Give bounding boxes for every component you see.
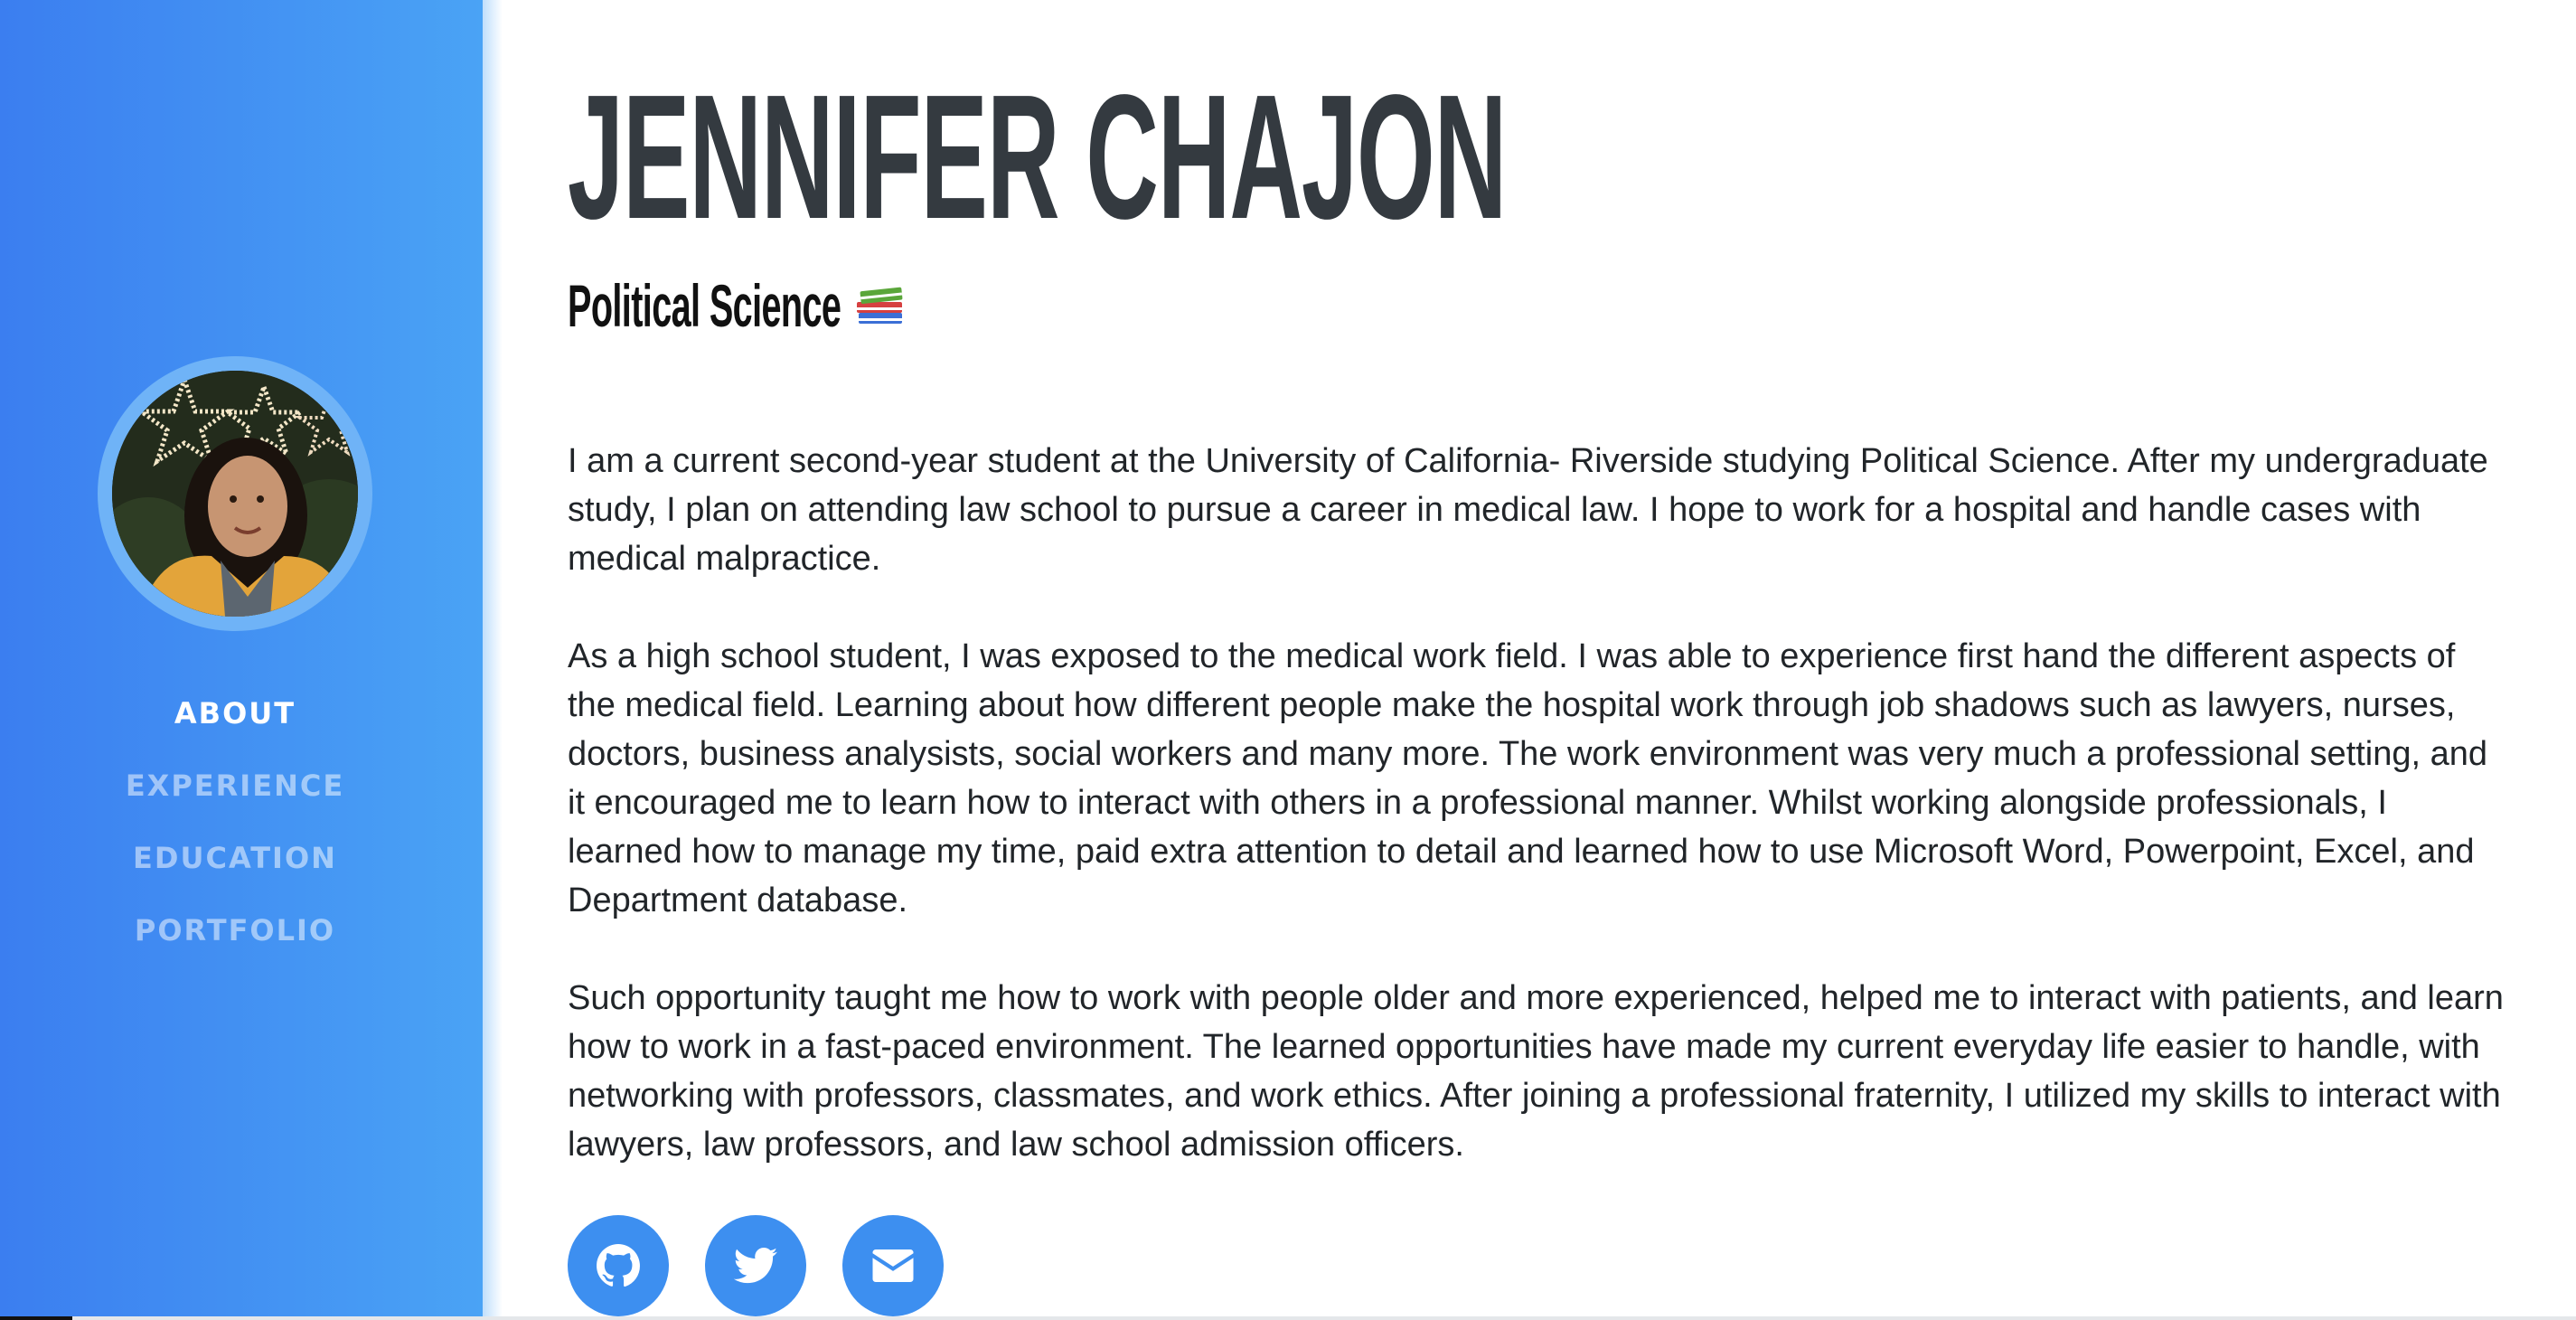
bio-paragraph: I am a current second-year student at th… — [568, 442, 2488, 578]
twitter-button[interactable] — [705, 1215, 806, 1316]
bottom-edge — [0, 1316, 2576, 1320]
github-icon — [597, 1244, 640, 1287]
books-icon — [857, 287, 903, 324]
nav-item-portfolio[interactable]: PORTFOLIO — [0, 904, 470, 976]
profile-photo — [112, 371, 358, 617]
social-links — [568, 1215, 980, 1316]
bio-paragraph: As a high school student, I was exposed … — [568, 637, 2488, 919]
github-button[interactable] — [568, 1215, 669, 1316]
envelope-icon — [872, 1249, 914, 1282]
twitter-icon — [733, 1247, 777, 1284]
bio-paragraph: Such opportunity taught me how to work w… — [568, 979, 2504, 1164]
page-title: JENNIFER CHAJON — [568, 58, 1507, 256]
subtitle: Political Science — [568, 269, 1128, 342]
avatar — [112, 371, 358, 617]
sidebar-nav: ABOUT EXPERIENCE EDUCATION PORTFOLIO — [0, 687, 470, 976]
nav-item-about[interactable]: ABOUT — [0, 687, 470, 759]
sidebar: ABOUT EXPERIENCE EDUCATION PORTFOLIO — [0, 0, 483, 1320]
sidebar-shadow — [483, 0, 503, 1320]
nav-item-education[interactable]: EDUCATION — [0, 832, 470, 904]
nav-item-experience[interactable]: EXPERIENCE — [0, 759, 470, 832]
bottom-left-edge — [0, 1316, 72, 1320]
email-button[interactable] — [842, 1215, 944, 1316]
page: ABOUT EXPERIENCE EDUCATION PORTFOLIO JEN… — [0, 0, 2576, 1320]
bio: I am a current second-year student at th… — [568, 437, 2511, 1218]
